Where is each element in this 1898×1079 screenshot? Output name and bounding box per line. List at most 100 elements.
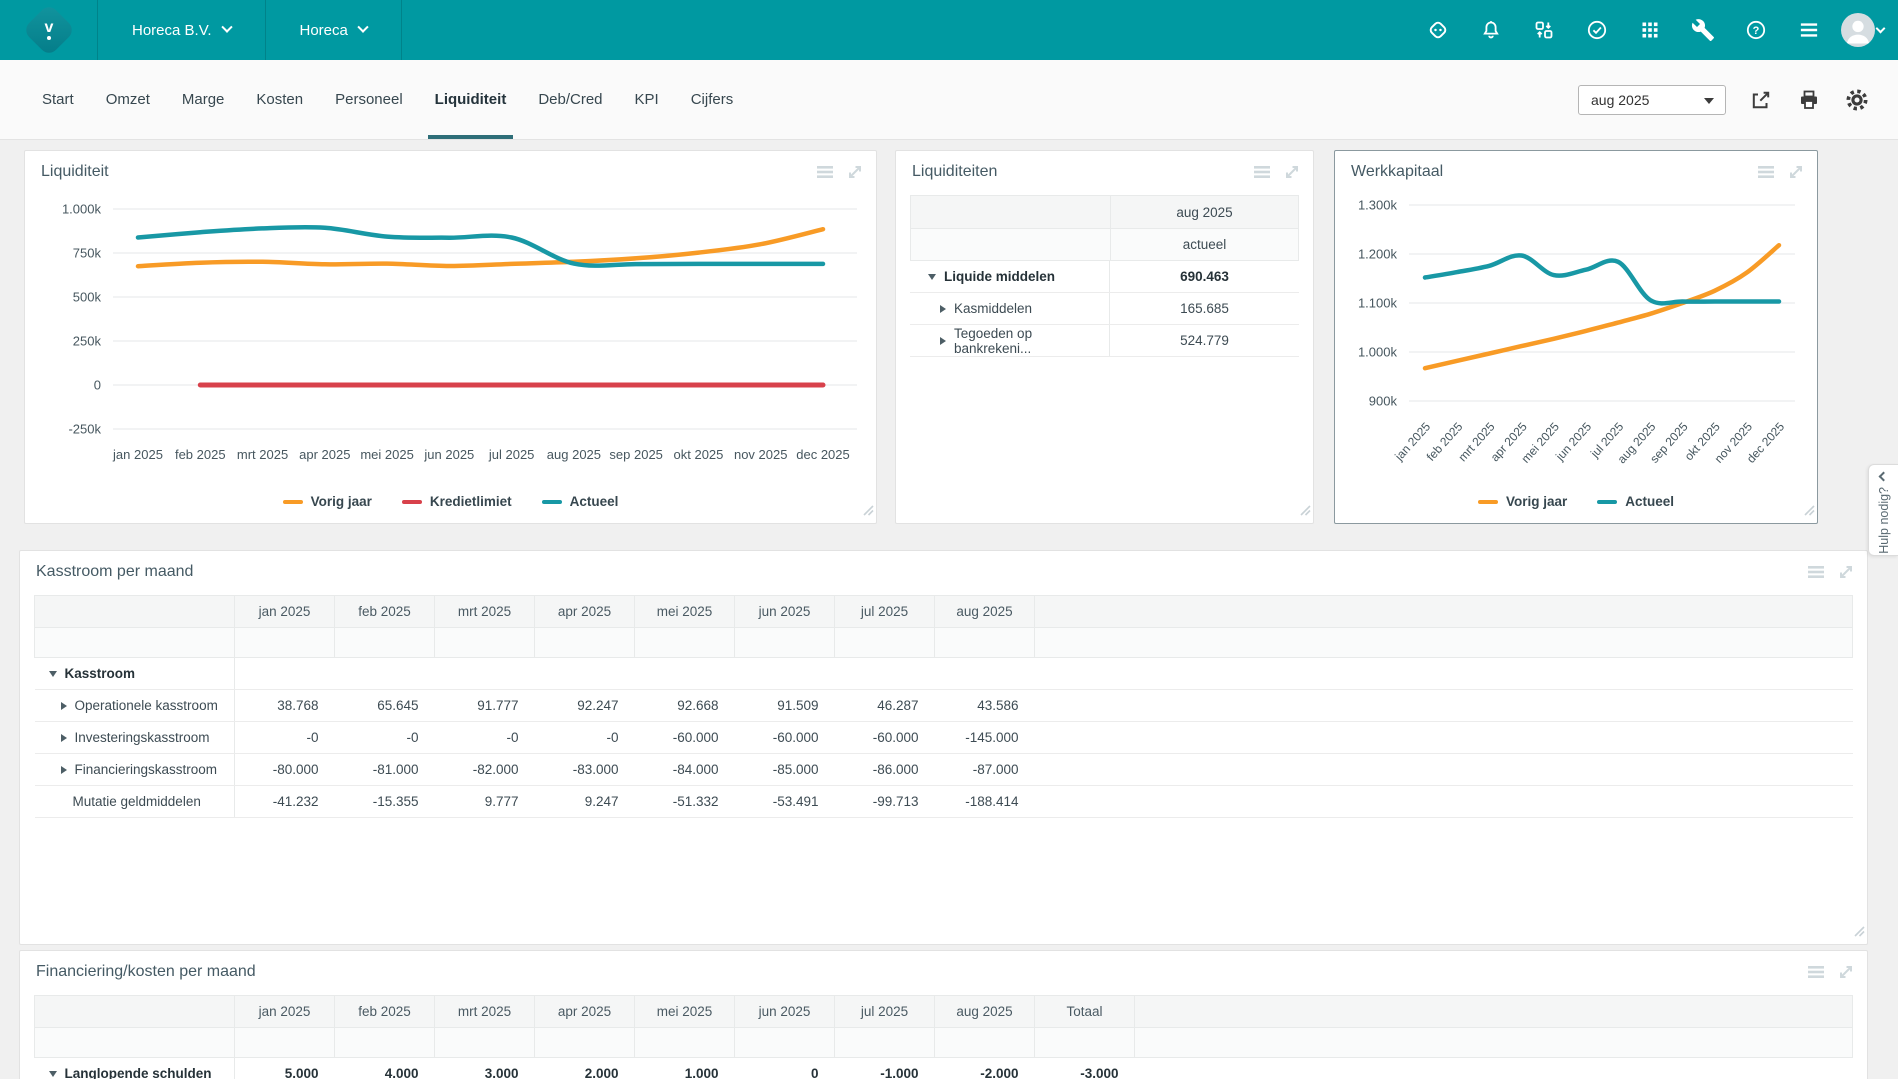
visionplanner-logo-icon: v: [21, 3, 76, 57]
cell: 0: [734, 1057, 835, 1079]
person-icon: [1846, 20, 1870, 44]
caret-down-icon[interactable]: [48, 670, 57, 677]
print-button[interactable]: [1796, 87, 1822, 113]
sub-header-cell: [834, 1027, 935, 1058]
row-label[interactable]: Investeringskasstroom: [34, 721, 235, 754]
panel-title: Werkkapitaal: [1351, 163, 1444, 180]
column-header-feb-2025: feb 2025: [334, 595, 435, 628]
resize-handle[interactable]: [862, 503, 874, 521]
tab-cijfers[interactable]: Cijfers: [675, 60, 750, 139]
share-button[interactable]: [1748, 87, 1774, 113]
legend-item-actueel[interactable]: Actueel: [541, 494, 618, 509]
menu-button[interactable]: [1788, 10, 1829, 51]
row-label[interactable]: Kasstroom: [34, 657, 235, 690]
apps-button[interactable]: [1629, 10, 1670, 51]
help-panel-tab[interactable]: Hulp nodig?: [1868, 464, 1898, 556]
table-row: Langlopende schulden 5.000 4.000 3.000 2.000…: [34, 1057, 1853, 1079]
tab-personeel[interactable]: Personeel: [319, 60, 419, 139]
caret-right-icon[interactable]: [60, 733, 67, 742]
svg-text:?: ?: [1752, 25, 1759, 37]
svg-text:-250k: -250k: [68, 422, 101, 437]
widget-menu-button[interactable]: [1805, 961, 1827, 983]
cell: -99.713: [834, 785, 935, 818]
filler-cell: [1034, 595, 1853, 628]
legend-item-vorig-jaar[interactable]: Vorig jaar: [282, 494, 372, 509]
resize-handle[interactable]: [1299, 503, 1311, 521]
widget-expand-button[interactable]: [1785, 161, 1807, 183]
cell: [734, 657, 835, 690]
column-header-jul-2025: jul 2025: [834, 595, 935, 628]
row-label[interactable]: Financieringskasstroom: [34, 753, 235, 786]
row-label[interactable]: Liquide middelen: [910, 261, 1110, 292]
row-label-text: Investeringskasstroom: [74, 730, 210, 745]
period-select[interactable]: aug 2025: [1578, 84, 1726, 115]
svg-text:mrt 2025: mrt 2025: [237, 447, 288, 462]
help-button[interactable]: ?: [1735, 10, 1776, 51]
settings-button[interactable]: [1844, 87, 1870, 113]
tab-start[interactable]: Start: [26, 60, 90, 139]
row-value: 524.779: [1180, 333, 1229, 348]
cell: -60.000: [834, 721, 935, 754]
tab-kpi[interactable]: KPI: [619, 60, 675, 139]
tab-marge[interactable]: Marge: [166, 60, 241, 139]
svg-text:jan 2025: jan 2025: [112, 447, 163, 462]
caret-down-icon[interactable]: [928, 273, 936, 280]
app-logo[interactable]: v: [0, 0, 97, 60]
cell: -86.000: [834, 753, 935, 786]
widget-menu-button[interactable]: [1755, 161, 1777, 183]
cell: 38.768: [234, 689, 335, 722]
tab-kosten[interactable]: Kosten: [240, 60, 319, 139]
notifications-button[interactable]: [1470, 10, 1511, 51]
widget-menu-button[interactable]: [1251, 161, 1273, 183]
row-value: 165.685: [1180, 301, 1229, 316]
row-label[interactable]: Operationele kasstroom: [34, 689, 235, 722]
company-selector[interactable]: Horeca B.V.: [98, 0, 265, 60]
caret-down-icon[interactable]: [48, 1070, 57, 1077]
legend-swatch: [401, 499, 422, 504]
transfer-button[interactable]: [1523, 10, 1564, 51]
caret-right-icon[interactable]: [60, 701, 67, 710]
tab-deb-cred[interactable]: Deb/Cred: [522, 60, 618, 139]
tasks-button[interactable]: [1576, 10, 1617, 51]
caret-right-icon[interactable]: [60, 765, 67, 774]
column-header-mrt-2025: mrt 2025: [434, 595, 535, 628]
expand-icon: [1286, 166, 1298, 178]
row-label[interactable]: Tegoeden op bankrekeni...: [910, 325, 1110, 356]
tab-liquiditeit[interactable]: Liquiditeit: [419, 60, 523, 139]
cell: 91.509: [734, 689, 835, 722]
chevron-down-icon: [1875, 23, 1886, 33]
caret-right-icon[interactable]: [940, 304, 946, 313]
corner-cell: [34, 1027, 235, 1058]
widget-menu-button[interactable]: [1805, 561, 1827, 583]
cell: -80.000: [234, 753, 335, 786]
cell: 91.777: [434, 689, 535, 722]
tab-omzet[interactable]: Omzet: [90, 60, 166, 139]
row-label-text: Mutatie geldmiddelen: [72, 794, 201, 809]
check-circle-icon: [1587, 20, 1606, 40]
column-header-mei-2025: mei 2025: [634, 995, 735, 1028]
resize-handle[interactable]: [1803, 503, 1815, 521]
legend-item-actueel[interactable]: Actueel: [1597, 494, 1674, 509]
legend-item-kredietlimiet[interactable]: Kredietlimiet: [401, 494, 512, 509]
panel-title: Liquiditeit: [41, 163, 109, 180]
widget-expand-button[interactable]: [1835, 961, 1857, 983]
sub-header-cell: [634, 627, 735, 658]
row-label[interactable]: Langlopende schulden: [34, 1057, 235, 1079]
widget-expand-button[interactable]: [844, 161, 866, 183]
cell: -0: [234, 721, 335, 754]
dashboard-selector[interactable]: Horeca: [266, 0, 401, 60]
dashboard-tabbar: Start Omzet Marge Kosten Personeel Liquiditei…: [0, 60, 1898, 140]
svg-text:1.000k: 1.000k: [1358, 345, 1398, 360]
widget-expand-button[interactable]: [1281, 161, 1303, 183]
assistant-button[interactable]: [1417, 10, 1458, 51]
account-button[interactable]: [1841, 10, 1886, 51]
resize-handle[interactable]: [1853, 924, 1865, 942]
widget-menu-button[interactable]: [814, 161, 836, 183]
legend-item-vorig-jaar[interactable]: Vorig jaar: [1477, 494, 1567, 509]
sub-header-cell: [1034, 1027, 1135, 1058]
hamburger-icon: [1800, 23, 1817, 37]
widget-expand-button[interactable]: [1835, 561, 1857, 583]
caret-right-icon[interactable]: [940, 336, 946, 345]
row-label[interactable]: Kasmiddelen: [910, 293, 1110, 324]
tools-button[interactable]: [1682, 10, 1723, 51]
